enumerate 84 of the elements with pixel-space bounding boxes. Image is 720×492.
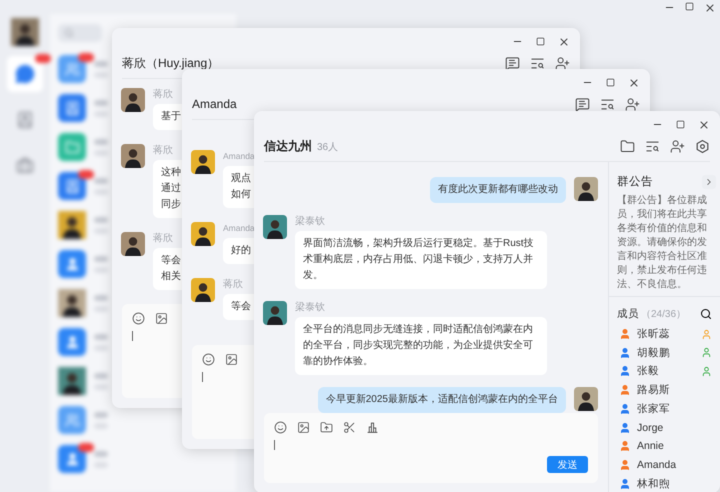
member-count: 36人	[317, 140, 338, 154]
blurred-line	[94, 178, 108, 184]
blurred-line	[94, 150, 108, 156]
notice-title: 群公告	[617, 174, 653, 189]
message-input[interactable]: 发送	[264, 413, 598, 483]
emoji-icon[interactable]	[202, 353, 215, 366]
maximize-icon[interactable]	[606, 78, 615, 87]
chat-title: 蒋欣（Huy.jiang）	[122, 54, 220, 72]
notice-text: 【群公告】各位群成员，我们将在此共享各类有价值的信息和资源。请确保你的发言和内容符合社区准则，禁止发布任何违法、不良信息。	[617, 194, 708, 292]
send-button[interactable]: 发送	[547, 456, 588, 473]
rail-tab[interactable]	[7, 56, 43, 92]
avatar[interactable]	[11, 18, 39, 46]
message-bubble: 界面简洁流畅，架构升级后运行更稳定。基于Rust技术重构底层，内存占用低、闪退卡顿少，支持万人并发。	[295, 231, 547, 289]
members-count: （24/36）	[641, 308, 686, 321]
chat-bubble-icon	[15, 64, 35, 84]
blurred-line	[94, 450, 108, 456]
add-person-icon[interactable]	[625, 96, 640, 112]
sender-name: Amanda	[223, 150, 255, 163]
scissors-icon[interactable]	[343, 421, 356, 434]
members-label: 成员	[617, 306, 639, 321]
maximize-icon[interactable]	[536, 37, 545, 46]
image-icon[interactable]	[225, 353, 238, 366]
blurred-line	[94, 372, 108, 378]
add-person-icon[interactable]	[670, 138, 685, 154]
image-icon[interactable]	[155, 312, 168, 325]
maximize-icon[interactable]	[676, 120, 685, 129]
avatar[interactable]	[58, 211, 86, 239]
member-name[interactable]: Amanda	[637, 458, 712, 471]
sender-name: 蒋欣	[153, 232, 173, 245]
avatar[interactable]	[58, 289, 86, 317]
text-cursor	[274, 440, 275, 450]
sender-name: Amanda	[223, 222, 255, 235]
blurred-line	[94, 188, 108, 194]
blurred-line	[94, 60, 108, 66]
add-person-icon[interactable]	[555, 56, 570, 70]
folder-upload-icon[interactable]	[320, 421, 333, 434]
avatar[interactable]	[58, 367, 86, 395]
member-name[interactable]: 路易斯	[637, 383, 712, 398]
member-name[interactable]: 张家军	[637, 402, 712, 416]
blurred-line	[94, 384, 108, 390]
sender-name: 蒋欣	[153, 144, 173, 157]
maximize-icon[interactable]	[685, 2, 694, 11]
sender-name: 蒋欣	[153, 88, 173, 101]
member-name[interactable]: 张昕蕊	[637, 327, 695, 342]
member-name[interactable]: 张毅	[637, 364, 695, 378]
blurred-line	[94, 294, 108, 300]
sender-name: 蒋欣	[223, 278, 243, 291]
chat-title: 信达九州	[264, 138, 312, 154]
close-icon[interactable]	[628, 76, 640, 88]
blurred-line	[94, 412, 108, 418]
settings-icon[interactable]	[695, 138, 710, 154]
sender-name: 梁泰钦	[295, 215, 325, 228]
blurred-line	[94, 110, 108, 116]
emoji-icon[interactable]	[274, 421, 287, 434]
message-bubble: 全平台的消息同步无缝连接，同时适配信创鸿蒙在内的全平台，同步实现完整的功能，为企业提供安全可靠的协作体验。	[295, 317, 547, 375]
member-name[interactable]: 林和煦	[637, 476, 712, 491]
bar-chart-icon[interactable]	[366, 421, 379, 434]
close-icon[interactable]	[698, 118, 710, 130]
chat-history-icon[interactable]	[575, 96, 590, 112]
image-icon[interactable]	[297, 421, 310, 434]
blurred-line	[94, 256, 108, 262]
message-bubble: 有度此次更新都有哪些改动	[430, 177, 566, 203]
blurred-line	[94, 100, 108, 106]
blurred-line	[94, 228, 108, 234]
blurred-line	[94, 344, 108, 350]
search-field[interactable]	[58, 24, 102, 42]
expand-button[interactable]	[702, 174, 716, 188]
emoji-icon[interactable]	[132, 312, 145, 325]
blurred-line	[94, 334, 108, 340]
message-bubble: 今早更新2025最新版本，适配信创鸿蒙在内的全平台	[318, 387, 566, 413]
blurred-line	[94, 72, 108, 78]
member-name[interactable]: Annie	[637, 440, 712, 452]
close-icon[interactable]	[558, 36, 570, 48]
chat-history-icon[interactable]	[505, 56, 520, 70]
blurred-line	[94, 306, 108, 312]
sender-name: 梁泰钦	[295, 301, 325, 314]
blurred-line	[94, 216, 108, 222]
member-name[interactable]: Jorge	[637, 422, 712, 434]
member-name[interactable]: 胡毅鹏	[637, 346, 695, 360]
text-cursor	[202, 372, 203, 382]
blurred-line	[94, 138, 108, 144]
close-icon[interactable]	[704, 2, 716, 14]
text-cursor	[132, 331, 133, 341]
blurred-line	[94, 266, 108, 272]
